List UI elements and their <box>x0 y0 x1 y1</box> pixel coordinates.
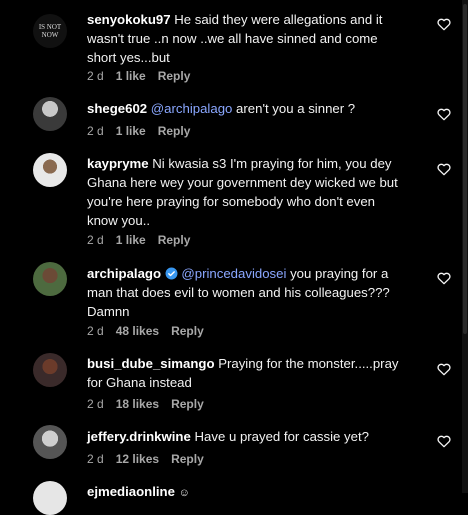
comment-time: 2 d <box>87 233 104 247</box>
heart-icon[interactable] <box>436 106 452 122</box>
heart-icon[interactable] <box>436 161 452 177</box>
heart-icon[interactable] <box>436 16 452 32</box>
avatar[interactable] <box>33 481 67 515</box>
comment-username[interactable]: ejmediaonline <box>87 484 175 499</box>
avatar[interactable] <box>33 262 67 296</box>
comment-meta: 2 d 1 like Reply <box>87 69 190 83</box>
reply-button[interactable]: Reply <box>158 69 191 83</box>
comment-likes[interactable]: 48 likes <box>116 324 159 338</box>
avatar[interactable] <box>33 353 67 387</box>
comment-meta: 2 d 18 likes Reply <box>87 397 204 411</box>
comment-likes[interactable]: 1 like <box>116 233 146 247</box>
comment-meta: 2 d 12 likes Reply <box>87 452 204 466</box>
comment-likes[interactable]: 1 like <box>116 124 146 138</box>
reply-button[interactable]: Reply <box>171 397 204 411</box>
avatar[interactable] <box>33 425 67 459</box>
scrollbar[interactable] <box>462 0 468 493</box>
scrollbar-thumb[interactable] <box>463 4 467 334</box>
heart-icon[interactable] <box>436 433 452 449</box>
heart-icon[interactable] <box>436 270 452 286</box>
comment-username[interactable]: shege602 <box>87 101 147 116</box>
comment-likes[interactable]: 18 likes <box>116 397 159 411</box>
comment-text: jeffery.drinkwine Have u prayed for cass… <box>87 427 409 446</box>
comment-mention[interactable]: @archipalago <box>151 101 233 116</box>
comment-username[interactable]: senyokoku97 <box>87 12 171 27</box>
reply-button[interactable]: Reply <box>158 233 191 247</box>
comment-mention[interactable]: @princedavidosei <box>181 266 286 281</box>
comment-meta: 2 d 1 like Reply <box>87 124 190 138</box>
comment-body: aren't you a sinner ? <box>236 101 356 116</box>
comment-username[interactable]: archipalago <box>87 266 161 281</box>
comment-time: 2 d <box>87 452 104 466</box>
avatar-text: IS NOT NOW <box>38 23 62 39</box>
comment-text: senyokoku97 He said they were allegation… <box>87 10 409 67</box>
heart-icon[interactable] <box>436 361 452 377</box>
comment-time: 2 d <box>87 397 104 411</box>
reply-button[interactable]: Reply <box>158 124 191 138</box>
comment-likes[interactable]: 1 like <box>116 69 146 83</box>
comment-text: kaypryme Ni kwasia s3 I'm praying for hi… <box>87 154 409 230</box>
comment-meta: 2 d 48 likes Reply <box>87 324 204 338</box>
avatar[interactable]: IS NOT NOW <box>33 14 67 48</box>
comment-time: 2 d <box>87 124 104 138</box>
avatar[interactable] <box>33 153 67 187</box>
comment-time: 2 d <box>87 69 104 83</box>
comment-username[interactable]: jeffery.drinkwine <box>87 429 191 444</box>
comment-text: archipalago @princedavidosei you praying… <box>87 264 409 321</box>
verified-badge-icon <box>165 267 178 280</box>
avatar[interactable] <box>33 97 67 131</box>
emoji-icon: ☺ <box>178 487 190 499</box>
comment-likes[interactable]: 12 likes <box>116 452 159 466</box>
comment-text: shege602 @archipalago aren't you a sinne… <box>87 99 409 118</box>
comment-text: busi_dube_simango Praying for the monste… <box>87 354 409 392</box>
comment-username[interactable]: busi_dube_simango <box>87 356 215 371</box>
reply-button[interactable]: Reply <box>171 452 204 466</box>
comment-meta: 2 d 1 like Reply <box>87 233 190 247</box>
reply-button[interactable]: Reply <box>171 324 204 338</box>
comment-time: 2 d <box>87 324 104 338</box>
comment-username[interactable]: kaypryme <box>87 156 149 171</box>
comment-body: Have u prayed for cassie yet? <box>194 429 369 444</box>
